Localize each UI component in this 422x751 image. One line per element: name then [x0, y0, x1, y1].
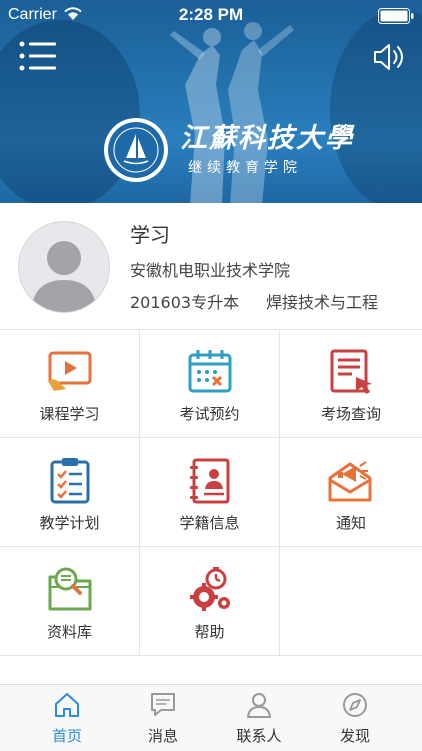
header-banner: 江蘇科技大學 继续教育学院 [0, 0, 422, 203]
speaker-icon[interactable] [372, 42, 406, 72]
document-touch-icon [330, 349, 372, 394]
folder-search-icon [48, 567, 92, 611]
menu-item-exam-booking[interactable]: 考试预约 [140, 329, 280, 438]
menu-empty-cell [280, 547, 422, 656]
menu-label: 考场查询 [320, 405, 381, 423]
menu-icon[interactable] [18, 40, 58, 72]
menu-label: 考试预约 [179, 405, 240, 423]
home-icon [55, 693, 79, 717]
function-grid: 课程学习 考试预约 考场查询 教学计划 学籍信息 通知 资料库 帮助 [0, 329, 422, 659]
tab-contacts[interactable]: 联系人 [211, 685, 307, 751]
university-name: 江蘇科技大學 [180, 123, 354, 154]
avatar[interactable] [18, 221, 110, 313]
menu-item-exam-room-query[interactable]: 考场查询 [280, 329, 422, 438]
tab-label: 联系人 [236, 727, 282, 745]
banner-tree-right [330, 10, 422, 203]
menu-label: 帮助 [194, 623, 225, 641]
menu-item-notice[interactable]: 通知 [280, 438, 422, 547]
tab-home[interactable]: 首页 [19, 685, 115, 751]
profile-school: 安徽机电职业技术学院 [130, 261, 291, 280]
menu-item-teaching-plan[interactable]: 教学计划 [0, 438, 140, 547]
profile-card[interactable]: 学习 安徽机电职业技术学院 201603专升本 焊接技术与工程 [0, 203, 422, 330]
tab-label: 首页 [51, 727, 82, 745]
megaphone-mail-icon [328, 461, 372, 502]
default-avatar-icon [31, 241, 97, 312]
clipboard-checklist-icon [50, 458, 90, 504]
menu-label: 资料库 [46, 623, 92, 641]
battery-icon [378, 8, 414, 24]
status-time: 2:28 PM [178, 5, 244, 24]
menu-item-student-status[interactable]: 学籍信息 [140, 438, 280, 547]
video-tablet-icon [48, 351, 92, 391]
profile-class: 201603专升本 [130, 293, 240, 312]
person-icon [247, 693, 271, 718]
calendar-icon [188, 350, 232, 393]
menu-item-resource-library[interactable]: 资料库 [0, 547, 140, 656]
menu-label: 通知 [335, 514, 366, 532]
college-name: 继续教育学院 [188, 160, 302, 176]
gears-help-icon [190, 567, 230, 611]
tab-label: 消息 [147, 727, 178, 745]
tab-messages[interactable]: 消息 [115, 685, 211, 751]
profile-major: 焊接技术与工程 [266, 293, 379, 312]
chat-bubble-icon [151, 693, 175, 716]
menu-label: 学籍信息 [179, 514, 240, 532]
student-record-icon [190, 458, 230, 504]
menu-label: 教学计划 [39, 514, 100, 532]
tab-discover[interactable]: 发现 [307, 685, 403, 751]
profile-title: 学习 [130, 223, 170, 247]
status-bar: Carrier 2:28 PM [0, 0, 422, 30]
tab-label: 发现 [339, 727, 370, 745]
menu-label: 课程学习 [39, 405, 100, 423]
sailboat-icon [113, 127, 159, 173]
menu-item-help[interactable]: 帮助 [140, 547, 280, 656]
compass-icon [343, 693, 367, 717]
university-logo [104, 118, 168, 182]
tab-bar: 首页 消息 联系人 发现 [0, 684, 422, 751]
menu-item-course-study[interactable]: 课程学习 [0, 329, 140, 438]
